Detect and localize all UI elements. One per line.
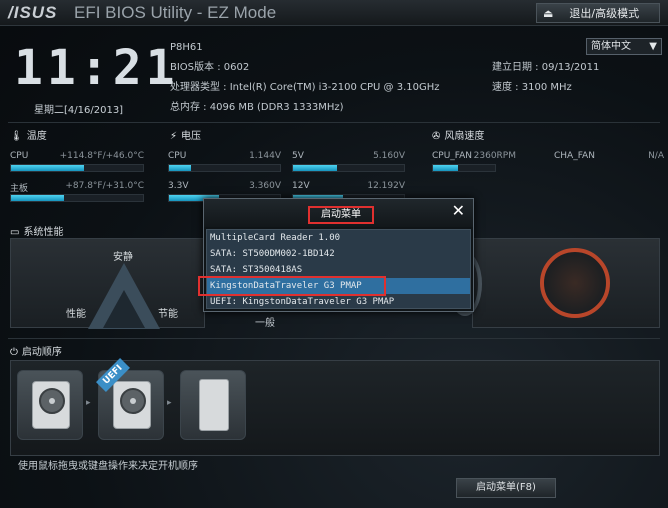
volt-3v3-value: 3.360V — [249, 181, 281, 191]
usb-drive-icon — [199, 379, 229, 431]
fan-cha-label: CHA_FAN — [554, 151, 595, 161]
volt-12v-value: 12.192V — [367, 181, 405, 191]
fan-cpu-value: 2360RPM — [473, 151, 516, 161]
temp-board-label: 主板 — [10, 184, 29, 194]
date: 星期二[4/16/2013] — [34, 105, 124, 116]
exit-icon: ⏏ — [543, 6, 554, 20]
arrow-right-icon: ▸ — [167, 398, 172, 408]
fan-cha: CHA_FAN N/A — [554, 151, 664, 175]
boot-menu-button[interactable]: 启动菜单(F8) — [456, 478, 556, 498]
temp-board-bar — [10, 194, 144, 202]
general-label: 一般 — [255, 318, 275, 329]
top-bar: /ISUS EFI BIOS Utility - EZ Mode ⏏ 退出/高级… — [0, 0, 668, 26]
boot-order-hint: 使用鼠标拖曳或键盘操作来决定开机顺序 — [18, 461, 198, 472]
app-title: EFI BIOS Utility - EZ Mode — [74, 3, 277, 22]
language-value: 简体中文 — [591, 41, 631, 52]
total-memory: 总内存 : 4096 MB (DDR3 1333MHz) — [170, 102, 344, 113]
hdd-icon — [32, 381, 70, 429]
fan-cpu: CPU_FAN 2360RPM — [432, 151, 516, 175]
performance-mode-label[interactable]: 性能 — [66, 305, 86, 320]
temp-board: 主板 +87.8°F/+31.0°C — [10, 181, 144, 205]
quiet-mode-label[interactable]: 安静 — [113, 248, 133, 263]
arrow-right-icon: ▸ — [86, 398, 91, 408]
temp-cpu: CPU +114.8°F/+46.0°C — [10, 151, 144, 175]
hdd-icon — [113, 381, 151, 429]
bios-version: BIOS版本 : 0602 — [170, 62, 250, 73]
divider — [8, 338, 660, 339]
highlight-box — [198, 276, 386, 296]
boot-device-hdd-1[interactable] — [17, 370, 83, 440]
cpu-speed: 速度 : 3100 MHz — [492, 82, 572, 93]
boot-menu-item[interactable]: UEFI: KingstonDataTraveler G3 PMAP — [207, 294, 470, 310]
fan-cpu-label: CPU_FAN — [432, 151, 473, 161]
divider — [8, 122, 660, 123]
boot-device-usb[interactable] — [180, 370, 246, 440]
turbo-gauge-icon — [540, 248, 610, 318]
build-date: 建立日期 : 09/13/2011 — [492, 62, 600, 73]
asus-logo: /ISUS — [8, 3, 58, 22]
boot-menu-item[interactable]: MultipleCard Reader 1.00 — [207, 230, 470, 246]
fan-header: ✇ 风扇速度 — [432, 127, 484, 142]
system-info: P8H61 BIOS版本 : 0602 处理器类型 : Intel(R) Cor… — [170, 38, 440, 118]
volt-5v-bar — [292, 164, 405, 172]
temp-cpu-value: +114.8°F/+46.0°C — [59, 151, 144, 161]
clock: 11:21 — [14, 40, 179, 96]
temperature-title: 温度 — [26, 131, 47, 142]
close-icon[interactable]: ✕ — [452, 201, 465, 220]
volt-12v-label: 12V — [292, 181, 310, 191]
voltage-title: 电压 — [181, 131, 202, 142]
exit-advanced-button[interactable]: ⏏ 退出/高级模式 — [536, 3, 660, 23]
volt-cpu-bar — [168, 164, 281, 172]
voltage-header: ⚡ 电压 — [170, 127, 201, 142]
volt-5v: 5V 5.160V — [292, 151, 405, 175]
performance-header: ▭ 系统性能 — [10, 223, 63, 238]
boot-title: 启动顺序 — [21, 347, 62, 358]
volt-cpu: CPU 1.144V — [168, 151, 281, 175]
exit-label: 退出/高级模式 — [569, 7, 640, 20]
language-select[interactable]: 简体中文 ▼ — [586, 38, 662, 55]
board-model: P8H61 — [170, 42, 203, 53]
lightning-icon: ⚡ — [170, 131, 178, 142]
system-info-right: 建立日期 : 09/13/2011 速度 : 3100 MHz — [492, 58, 599, 98]
monitor-icon: ▭ — [10, 227, 20, 238]
energy-mode-label[interactable]: 节能 — [158, 305, 178, 320]
fan-icon: ✇ — [432, 131, 441, 142]
boot-header: ⏻ 启动顺序 — [10, 343, 62, 358]
volt-cpu-value: 1.144V — [249, 151, 281, 161]
boot-menu-item[interactable]: SATA: ST500DM002-1BD142 — [207, 246, 470, 262]
fan-cpu-bar — [432, 164, 496, 172]
chevron-down-icon: ▼ — [649, 41, 657, 52]
performance-title: 系统性能 — [23, 227, 64, 238]
volt-5v-label: 5V — [292, 151, 304, 161]
volt-3v3-label: 3.3V — [168, 181, 189, 191]
cpu-type: 处理器类型 : Intel(R) Core(TM) i3-2100 CPU @ … — [170, 82, 440, 93]
temp-board-value: +87.8°F/+31.0°C — [65, 181, 144, 191]
power-icon: ⏻ — [10, 347, 18, 358]
temperature-header: 🌡 温度 — [10, 127, 47, 142]
temp-cpu-bar — [10, 164, 144, 172]
fan-cha-value: N/A — [648, 151, 664, 161]
dialog-title: 启动菜单 — [308, 206, 374, 224]
temp-cpu-label: CPU — [10, 151, 29, 161]
boot-device-list: MultipleCard Reader 1.00 SATA: ST500DM00… — [206, 229, 471, 309]
fan-title: 风扇速度 — [444, 131, 485, 142]
pyramid-core — [103, 290, 145, 328]
volt-5v-value: 5.160V — [373, 151, 405, 161]
volt-cpu-label: CPU — [168, 151, 187, 161]
thermometer-icon: 🌡 — [10, 131, 23, 142]
